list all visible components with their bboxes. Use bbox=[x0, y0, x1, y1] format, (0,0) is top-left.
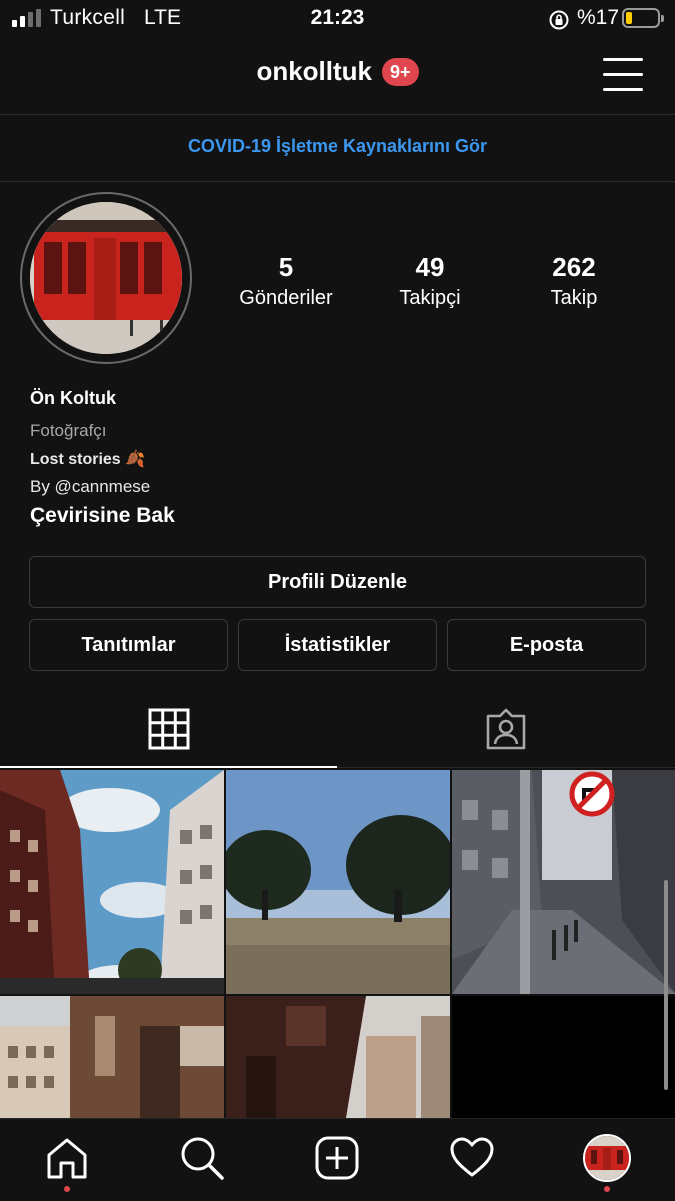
battery-percentage: %17 bbox=[577, 6, 620, 29]
posts-label: Gönderiler bbox=[239, 287, 333, 309]
email-button[interactable]: E-posta bbox=[447, 619, 646, 671]
home-icon bbox=[47, 1138, 87, 1179]
promotions-button[interactable]: Tanıtımlar bbox=[29, 619, 228, 671]
tab-grid[interactable] bbox=[0, 690, 337, 768]
insights-button[interactable]: İstatistikler bbox=[238, 619, 437, 671]
profile-category: Fotoğrafçı bbox=[30, 421, 107, 440]
scrollbar[interactable] bbox=[664, 880, 668, 1090]
post-thumbnail[interactable] bbox=[0, 996, 224, 1118]
menu-button[interactable] bbox=[603, 58, 643, 92]
followers-label: Takipçi bbox=[399, 287, 461, 309]
avatar[interactable] bbox=[30, 202, 182, 354]
tab-tagged[interactable] bbox=[337, 690, 674, 768]
followers-stat[interactable]: 49 Takipçi bbox=[360, 252, 500, 310]
search-icon bbox=[181, 1137, 224, 1180]
see-translation-link[interactable]: Çevirisine Bak bbox=[30, 504, 175, 528]
post-thumbnail[interactable] bbox=[226, 770, 450, 994]
storefront-photo bbox=[30, 202, 182, 354]
divider bbox=[0, 114, 675, 115]
following-label: Takip bbox=[550, 287, 598, 309]
home-active-dot bbox=[64, 1186, 70, 1192]
empty-grid-cell bbox=[452, 996, 675, 1118]
nav-profile[interactable] bbox=[581, 1132, 633, 1184]
bio-line[interactable]: By @cannmese bbox=[30, 477, 150, 497]
heart-icon bbox=[450, 1137, 494, 1177]
status-bar: Turkcell LTE 21:23 %17 bbox=[0, 0, 675, 40]
bio-line: Lost stories 🍂 bbox=[30, 451, 146, 468]
nav-home[interactable] bbox=[41, 1132, 93, 1184]
posts-stat[interactable]: 5 Gönderiler bbox=[216, 252, 356, 310]
post-thumbnail[interactable] bbox=[452, 770, 675, 994]
divider bbox=[337, 767, 675, 768]
nav-activity[interactable] bbox=[446, 1132, 498, 1184]
following-count: 262 bbox=[552, 252, 596, 282]
divider bbox=[0, 181, 675, 182]
following-stat[interactable]: 262 Takip bbox=[504, 252, 644, 310]
post-thumbnail[interactable] bbox=[0, 770, 224, 994]
display-name: Ön Koltuk bbox=[30, 388, 116, 408]
tab-indicator bbox=[0, 766, 337, 768]
followers-count: 49 bbox=[415, 252, 445, 282]
tagged-person-icon bbox=[486, 708, 525, 750]
posts-count: 5 bbox=[278, 252, 294, 282]
covid-resources-link[interactable]: COVID-19 İşletme Kaynaklarını Gör bbox=[0, 136, 675, 157]
post-thumbnail[interactable] bbox=[226, 996, 450, 1118]
nav-search[interactable] bbox=[176, 1132, 228, 1184]
battery-icon bbox=[622, 8, 664, 28]
notification-badge[interactable]: 9+ bbox=[382, 57, 419, 86]
add-post-icon bbox=[315, 1136, 359, 1180]
profile-avatar bbox=[583, 1134, 631, 1182]
nav-new-post[interactable] bbox=[311, 1132, 363, 1184]
grid-icon bbox=[148, 708, 189, 750]
profile-header: onkolltuk 9+ bbox=[0, 56, 675, 87]
profile-notification-dot bbox=[604, 1186, 610, 1192]
username[interactable]: onkolltuk bbox=[256, 56, 372, 87]
edit-profile-button[interactable]: Profili Düzenle bbox=[29, 556, 646, 608]
clock: 21:23 bbox=[310, 6, 365, 29]
rotation-lock-icon bbox=[549, 10, 569, 30]
